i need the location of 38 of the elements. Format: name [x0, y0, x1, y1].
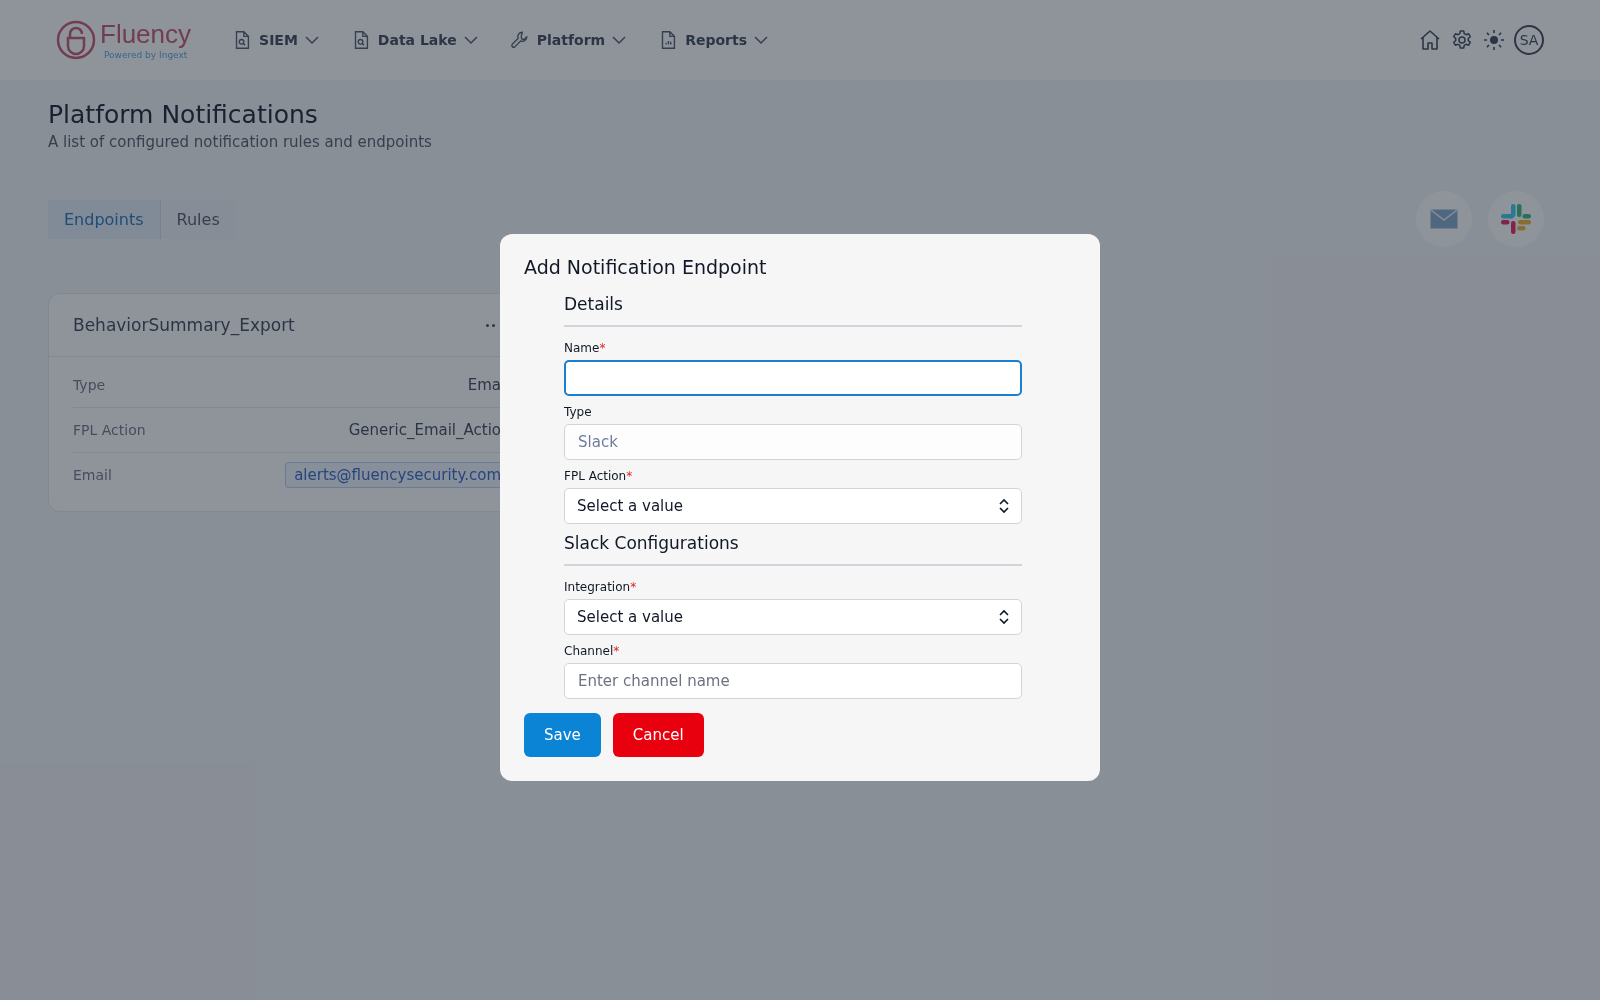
- field-label: Type: [73, 377, 106, 393]
- email-tag: alerts@fluencysecurity.com: [285, 462, 501, 488]
- section-heading: Slack Configurations: [564, 533, 1022, 566]
- field-value: Ema: [467, 376, 501, 394]
- select-dropdown[interactable]: Select a value: [564, 488, 1022, 524]
- logo-icon: [56, 20, 96, 60]
- field-label: Name*: [564, 341, 607, 356]
- text-input-field[interactable]: [564, 360, 1022, 396]
- page-title: Platform Notifications: [48, 100, 319, 129]
- envelope-icon: [1430, 209, 1458, 229]
- nav-menu-button[interactable]: Reports: [653, 25, 773, 55]
- field-label: Channel*: [564, 644, 621, 659]
- nav-menu-button[interactable]: SIEM: [227, 25, 324, 55]
- field-label: Integration*: [564, 580, 638, 595]
- up-down-chevron-icon: [999, 498, 1009, 514]
- section-heading: Details: [564, 294, 1022, 327]
- slack-logo-icon: [1500, 203, 1532, 235]
- field-label: FPL Action: [73, 422, 146, 438]
- cancel-button[interactable]: Cancel: [612, 713, 704, 757]
- select-dropdown[interactable]: Select a value: [564, 599, 1022, 635]
- logo-name: Fluency: [100, 20, 192, 47]
- dialog-title: Add Notification Endpoint: [524, 256, 768, 278]
- card-title: BehaviorSummary_Export: [73, 315, 295, 335]
- nav-menu-button[interactable]: Platform: [504, 25, 632, 55]
- field-label: Type: [564, 405, 593, 420]
- sun-icon[interactable]: [1482, 28, 1506, 52]
- home-icon[interactable]: [1418, 28, 1442, 52]
- logo-tagline: Powered by Ingext: [103, 49, 189, 60]
- page-subtitle: A list of configured notification rules and endpoints: [48, 133, 433, 151]
- settings-icon[interactable]: [1450, 28, 1474, 52]
- up-down-chevron-icon: [999, 609, 1009, 625]
- more-menu-icon[interactable]: [486, 323, 495, 327]
- user-avatar[interactable]: SA: [1514, 25, 1544, 55]
- field-label: Email: [73, 467, 112, 483]
- field-label: FPL Action*: [564, 469, 634, 484]
- nav-menu-button[interactable]: Data Lake: [345, 25, 483, 55]
- save-button[interactable]: Save: [524, 713, 601, 757]
- tab[interactable]: Endpoints: [48, 199, 161, 239]
